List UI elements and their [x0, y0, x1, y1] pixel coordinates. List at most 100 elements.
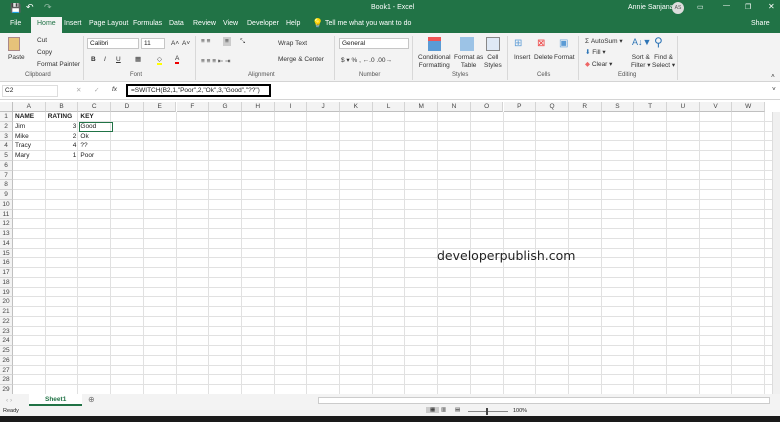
font-name-dropdown[interactable]: Calibri	[87, 38, 139, 49]
borders-icon[interactable]: ▦	[135, 55, 141, 63]
column-header-G[interactable]: G	[209, 102, 242, 112]
column-header-P[interactable]: P	[503, 102, 537, 112]
zoom-level[interactable]: 100%	[513, 408, 527, 414]
font-size-dropdown[interactable]: 11	[141, 38, 165, 49]
normal-view-icon[interactable]: ▦	[426, 407, 440, 413]
row-header[interactable]: 2	[0, 121, 13, 132]
row-header[interactable]: 10	[0, 199, 13, 210]
row-header[interactable]: 24	[0, 336, 13, 346]
sort-filter-button[interactable]: Sort & Filter ▾	[631, 54, 651, 70]
format-as-table-button[interactable]: Format as Table	[454, 54, 483, 70]
row-header[interactable]: 26	[0, 355, 13, 366]
tab-review[interactable]: Review	[193, 20, 216, 27]
zoom-slider[interactable]	[468, 411, 508, 412]
column-header-W[interactable]: W	[732, 102, 766, 112]
row-header[interactable]: 4	[0, 141, 13, 151]
undo-icon[interactable]: ↶	[26, 2, 34, 13]
insert-function-icon[interactable]: fx	[112, 86, 117, 93]
vertical-scrollbar[interactable]	[772, 112, 780, 394]
name-box[interactable]: C2	[2, 85, 58, 97]
format-painter-button[interactable]: Format Painter	[37, 61, 80, 68]
cell-B2[interactable]: 3	[46, 122, 79, 132]
avatar[interactable]: AS	[672, 2, 684, 14]
restore-icon[interactable]: ❐	[745, 3, 751, 11]
number-format-dropdown[interactable]: General	[339, 38, 409, 49]
cancel-icon[interactable]: ✕	[76, 86, 81, 94]
autosum-button[interactable]: Σ AutoSum ▾	[585, 37, 623, 45]
cell-C1[interactable]: KEY	[78, 112, 111, 122]
row-header[interactable]: 3	[0, 131, 13, 142]
tab-data[interactable]: Data	[169, 20, 184, 27]
row-header[interactable]: 23	[0, 326, 13, 337]
row-header[interactable]: 19	[0, 287, 13, 298]
row-header[interactable]: 22	[0, 316, 13, 327]
conditional-formatting-button[interactable]: Conditional Formatting	[418, 54, 451, 70]
align-icons[interactable]: ≡ ≡ ≡ ⇤ ⇥	[201, 57, 231, 65]
tab-insert[interactable]: Insert	[64, 20, 82, 27]
cell-A1[interactable]: NAME	[13, 112, 46, 122]
close-icon[interactable]: ✕	[768, 2, 775, 11]
tab-developer[interactable]: Developer	[247, 20, 279, 27]
column-header-L[interactable]: L	[372, 102, 406, 112]
row-header[interactable]: 21	[0, 307, 13, 317]
format-cells-button[interactable]: Format	[554, 54, 575, 61]
row-header[interactable]: 25	[0, 346, 13, 356]
column-header-V[interactable]: V	[699, 102, 733, 112]
row-header[interactable]: 6	[0, 160, 13, 171]
worksheet-grid[interactable]: A B C D E F G H I J K L M N O P Q R S T U V W 1 2 3 4 5 6 7 8 9 10 11 12 13…	[0, 100, 780, 395]
page-break-view-icon[interactable]: ▤	[455, 407, 460, 413]
column-header-E[interactable]: E	[143, 102, 177, 112]
row-header[interactable]: 14	[0, 238, 13, 249]
cell-C3[interactable]: Ok	[78, 132, 111, 142]
delete-cells-button[interactable]: Delete	[534, 54, 553, 61]
row-header[interactable]: 8	[0, 180, 13, 190]
column-header-U[interactable]: U	[667, 102, 700, 112]
column-header-C[interactable]: C	[78, 102, 112, 112]
collapse-ribbon-icon[interactable]: ˄	[771, 73, 775, 80]
active-cell-c2[interactable]	[79, 121, 113, 133]
column-header-N[interactable]: N	[438, 102, 471, 112]
column-header-D[interactable]: D	[111, 102, 144, 112]
underline-button[interactable]: U	[116, 56, 121, 63]
copy-button[interactable]: Copy	[37, 49, 52, 56]
column-header-T[interactable]: T	[634, 102, 667, 112]
add-sheet-icon[interactable]: ⊕	[88, 395, 95, 404]
redo-icon[interactable]: ↷	[44, 2, 52, 13]
column-header-F[interactable]: F	[176, 102, 210, 112]
cell-C4[interactable]: ??	[78, 141, 111, 151]
cell-B3[interactable]: 2	[46, 132, 79, 142]
tab-formulas[interactable]: Formulas	[133, 20, 162, 27]
tab-help[interactable]: Help	[286, 20, 300, 27]
cell-A4[interactable]: Tracy	[13, 141, 46, 151]
cell-styles-button[interactable]: Cell Styles	[484, 54, 502, 70]
row-header[interactable]: 17	[0, 268, 13, 278]
cell-A5[interactable]: Mary	[13, 151, 46, 161]
page-layout-view-icon[interactable]: ▥	[441, 407, 446, 413]
clear-button[interactable]: ◆ Clear ▾	[585, 60, 612, 68]
row-header[interactable]: 13	[0, 229, 13, 239]
cell-A3[interactable]: Mike	[13, 132, 46, 142]
wrap-text-button[interactable]: Wrap Text	[278, 40, 307, 47]
fill-button[interactable]: ⬇ Fill ▾	[585, 48, 606, 56]
row-header[interactable]: 5	[0, 151, 13, 161]
share-button[interactable]: Share	[751, 20, 770, 27]
cell-B5[interactable]: 1	[46, 151, 79, 161]
row-header[interactable]: 12	[0, 219, 13, 229]
column-header-S[interactable]: S	[601, 102, 635, 112]
font-color-icon[interactable]: A	[175, 55, 180, 64]
cell-B1[interactable]: RATING	[46, 112, 79, 122]
tab-home[interactable]: Home	[31, 17, 62, 33]
horizontal-scrollbar[interactable]	[318, 397, 770, 404]
column-header-M[interactable]: M	[405, 102, 439, 112]
column-header-H[interactable]: H	[241, 102, 275, 112]
select-all-button[interactable]	[0, 102, 13, 112]
paste-button[interactable]: Paste	[8, 54, 25, 61]
shrink-font-icon[interactable]: A˅	[182, 40, 190, 47]
row-header[interactable]: 27	[0, 365, 13, 376]
row-header[interactable]: 7	[0, 170, 13, 181]
row-header[interactable]: 28	[0, 375, 13, 385]
enter-icon[interactable]: ✓	[94, 86, 99, 94]
bold-button[interactable]: B	[91, 56, 96, 63]
fill-color-icon[interactable]: ◇	[157, 55, 162, 65]
column-header-B[interactable]: B	[45, 102, 79, 112]
